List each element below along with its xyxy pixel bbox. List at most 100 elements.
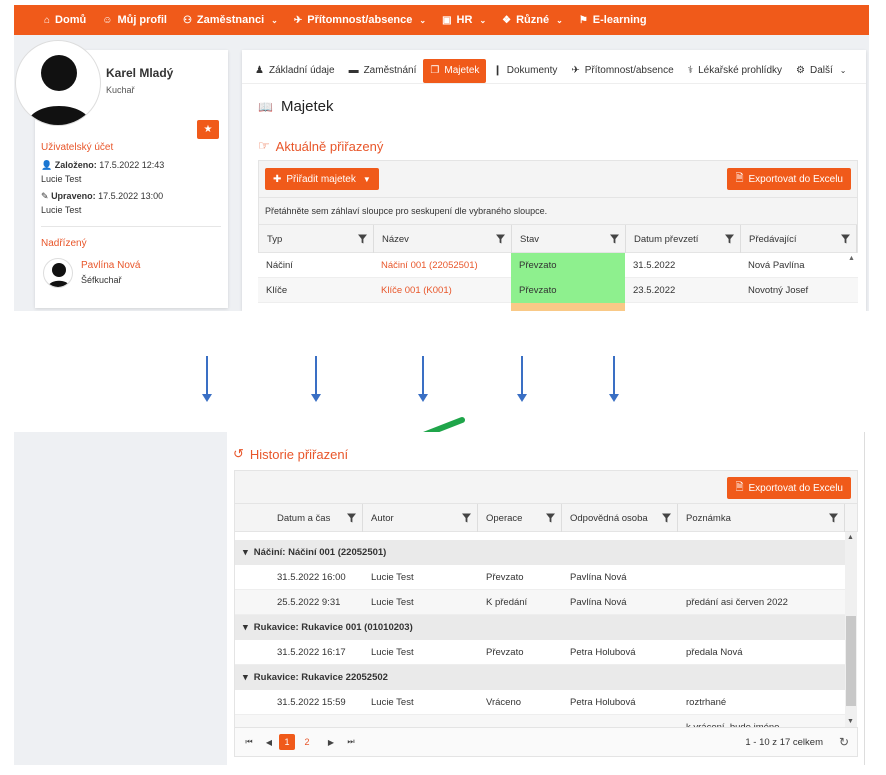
first-page-icon[interactable]: ⏮ [239, 737, 259, 747]
caret-down-icon[interactable]: ▾ [243, 622, 248, 633]
last-page-icon[interactable]: ⏭ [341, 737, 361, 747]
group-drop-area[interactable]: Přetáhněte sem záhlaví sloupce pro sesku… [258, 198, 858, 225]
table-row[interactable]: 31.5.2022 16:00 Lucie Test Převzato Pavlína… [235, 565, 845, 590]
nav-item-0[interactable]: ⌂ Domů [44, 14, 86, 26]
person-icon [47, 263, 71, 287]
column-header[interactable]: Odpovědná osoba [562, 504, 678, 532]
filter-icon[interactable] [610, 234, 619, 244]
caret-down-icon[interactable]: ▾ [243, 547, 248, 558]
nav-item-4[interactable]: ▣ HR ⌄ [442, 14, 486, 26]
tab-1[interactable]: ▬ Zaměstnání [342, 59, 424, 83]
page-2-button[interactable]: 2 [299, 734, 315, 750]
filter-icon[interactable] [546, 513, 555, 523]
tab-6[interactable]: ⚙ Další ⌄ [789, 59, 853, 83]
assign-asset-button[interactable]: ✚ Přiřadit majetek ▼ [265, 168, 379, 190]
column-header[interactable]: Datum a čas [269, 504, 363, 532]
table-row[interactable]: 31.5.2022 16:17 Lucie Test Převzato Petra H… [235, 640, 845, 665]
group-row-label: Rukavice: Rukavice 22052502 [253, 672, 388, 683]
chevron-down-icon: ⌄ [271, 15, 278, 25]
filter-icon[interactable] [358, 234, 367, 244]
chevron-down-icon: ⌄ [839, 66, 847, 75]
vertical-scrollbar[interactable]: ▲ ▼ [845, 532, 857, 727]
filter-icon[interactable] [496, 234, 505, 244]
file-excel-icon: 🗎 [735, 481, 744, 493]
table-row[interactable]: Klíče Klíče 001 (K001) Převzato 23.5.2022 No… [258, 278, 858, 303]
history-export-label: Exportovat do Excelu [748, 482, 844, 494]
column-header[interactable]: Stav [512, 225, 626, 253]
file-excel-icon: 🗎 [735, 172, 744, 184]
filter-icon[interactable] [662, 513, 671, 523]
table-row[interactable]: RukaviceRukavice 001 (01010203)K vrácení… [258, 303, 858, 311]
column-header[interactable]: Poznámka [678, 504, 845, 532]
column-header-label: Poznámka [686, 512, 731, 524]
tab-3[interactable]: ❙ Dokumenty [486, 59, 564, 83]
column-header[interactable]: Datum převzetí [626, 225, 741, 253]
scroll-thumb[interactable] [846, 616, 856, 706]
tab-4[interactable]: ✈ Přítomnost/absence [564, 59, 680, 83]
scroll-up-icon[interactable]: ▲ [847, 534, 854, 541]
person-icon [26, 55, 92, 125]
filter-icon[interactable] [347, 513, 356, 523]
tab-label: Lékařské prohlídky [698, 65, 783, 76]
column-header-label: Předávající [749, 233, 797, 245]
history-export-excel-button[interactable]: 🗎 Exportovat do Excelu [727, 477, 851, 499]
history-icon: ↺ [233, 446, 244, 461]
table-row[interactable]: 25.5.2022 9:31 Lucie Test K předání Pavlína… [235, 590, 845, 615]
table-cell-nazev[interactable]: Rukavice 001 (01010203) [373, 303, 511, 311]
edited-line: ✎ Upraveno: 17.5.2022 13:00 [41, 191, 163, 202]
filter-icon[interactable] [725, 234, 734, 244]
avatar [15, 40, 101, 126]
group-row[interactable]: ▾ Rukavice: Rukavice 22052502 [235, 665, 845, 690]
column-header[interactable]: Autor [363, 504, 478, 532]
export-excel-button[interactable]: 🗎 Exportovat do Excelu [727, 168, 851, 190]
tab-0[interactable]: ♟ Základní údaje [248, 59, 342, 83]
table-cell-nazev[interactable]: Klíče 001 (K001) [373, 278, 511, 303]
table-row[interactable]: Náčiní Náčiní 001 (22052501) Převzato 31.5.… [258, 253, 858, 278]
down-arrow [311, 356, 321, 402]
filter-icon[interactable] [829, 513, 838, 523]
group-row[interactable]: ▾ Náčiní: Náčiní 001 (22052501) [235, 540, 845, 565]
caret-down-icon[interactable]: ▾ [243, 672, 248, 683]
table-cell-datum: 31.5.2022 16:17 [277, 647, 346, 658]
column-header-label: Odpovědná osoba [570, 512, 648, 524]
next-page-icon[interactable]: ▶ [321, 738, 341, 747]
tab-bar: ♟ Základní údaje ▬ Zaměstnání ❐ Majetek ❙ Dokum… [242, 58, 866, 84]
table-cell-stav: K vrácení [511, 303, 625, 311]
divider [41, 226, 221, 227]
column-header[interactable]: Předávající [741, 225, 857, 253]
filter-icon[interactable] [462, 513, 471, 523]
table-cell-typ: Rukavice [258, 303, 373, 311]
briefcase-icon: ▬ [348, 65, 359, 76]
nav-item-3[interactable]: ✈ Přítomnost/absence ⌄ [294, 14, 426, 26]
column-header[interactable]: Název [374, 225, 512, 253]
nav-item-2[interactable]: ⚇ Zaměstnanci ⌄ [183, 14, 278, 26]
column-header[interactable]: Typ [259, 225, 374, 253]
page-1-button[interactable]: 1 [279, 734, 295, 750]
prev-page-icon[interactable]: ◀ [259, 738, 279, 747]
share-button[interactable]: ★ [197, 120, 219, 139]
nav-item-5[interactable]: ❖ Různé ⌄ [502, 14, 563, 26]
profile-name: Karel Mladý [106, 66, 174, 80]
nav-item-label: HR [456, 14, 473, 26]
scroll-down-icon[interactable]: ▼ [847, 718, 854, 725]
pager-info: 1 - 10 z 17 celkem [745, 736, 823, 748]
nav-item-label: Domů [55, 14, 87, 26]
table-row[interactable]: 31.5.2022 15:59 Lucie Test Vráceno Petra Ho… [235, 690, 845, 715]
table-cell-nazev[interactable]: Náčiní 001 (22052501) [373, 253, 511, 278]
history-title-text: Historie přiřazení [249, 446, 349, 462]
refresh-icon[interactable]: ↻ [839, 735, 849, 749]
column-header[interactable]: Operace [478, 504, 562, 532]
tab-5[interactable]: ⚕ Lékařské prohlídky [681, 59, 789, 83]
current-scroll-up-icon[interactable]: ▲ [848, 255, 855, 262]
filter-icon[interactable] [841, 234, 850, 244]
nav-item-6[interactable]: ⚑ E-learning [579, 14, 647, 26]
table-cell-autor: Lucie Test [371, 697, 414, 708]
page-title-text: Majetek [280, 98, 334, 115]
group-row[interactable]: ▾ Rukavice: Rukavice 001 (01010203) [235, 615, 845, 640]
tab-2[interactable]: ❐ Majetek [423, 58, 487, 83]
edited-label: Upraveno: [51, 191, 96, 201]
nav-item-1[interactable]: ☺ Můj profil [102, 14, 167, 26]
supervisor-name-link[interactable]: Pavlína Nová [81, 260, 140, 271]
table-row[interactable]: k vrácení, bude jméno [235, 715, 845, 727]
account-section-title: Uživatelský účet [41, 142, 114, 153]
